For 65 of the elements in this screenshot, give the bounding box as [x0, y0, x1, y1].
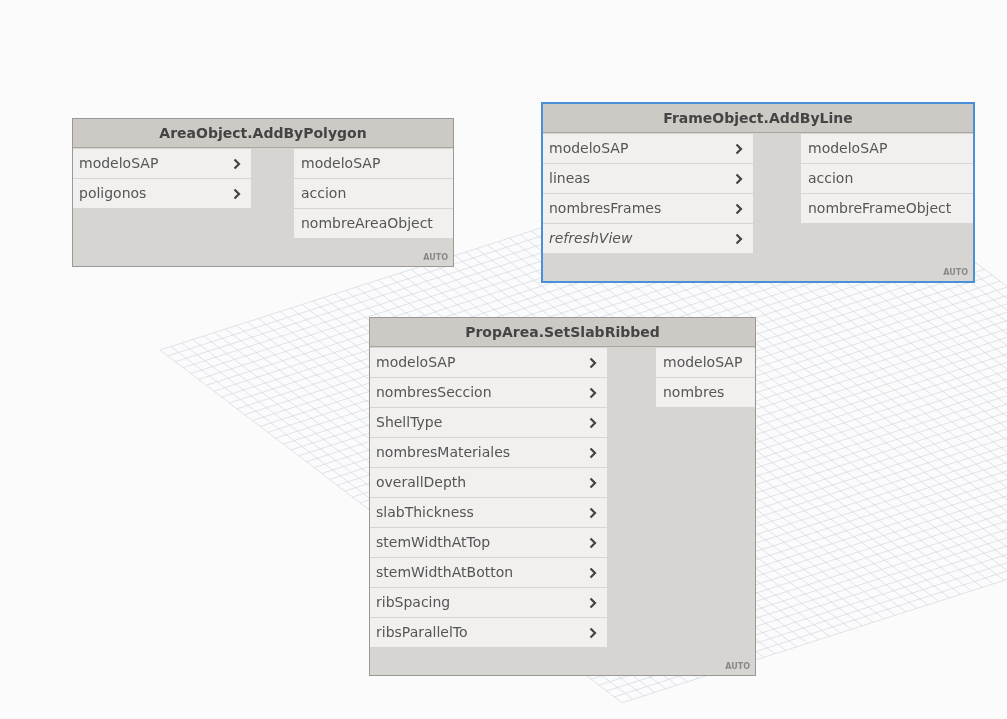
- port-label: nombresSeccion: [376, 383, 492, 402]
- chevron-icon: [589, 626, 597, 639]
- chevron-icon: [589, 416, 597, 429]
- port-label: poligonos: [79, 184, 147, 203]
- chevron-icon: [589, 476, 597, 489]
- input-port[interactable]: modeloSAP: [370, 348, 607, 377]
- input-port[interactable]: lineas: [543, 164, 753, 193]
- port-label: refreshView: [549, 229, 633, 248]
- input-port[interactable]: overallDepth: [370, 468, 607, 497]
- chevron-icon: [589, 446, 597, 459]
- output-port[interactable]: nombreAreaObject: [294, 209, 453, 238]
- port-label: ribSpacing: [376, 593, 451, 612]
- port-label: modeloSAP: [79, 154, 159, 173]
- input-port[interactable]: slabThickness: [370, 498, 607, 527]
- input-port[interactable]: nombresFrames: [543, 194, 753, 223]
- lacing-label: AUTO: [943, 267, 968, 279]
- chevron-icon: [589, 386, 597, 399]
- port-label: modeloSAP: [549, 139, 629, 158]
- input-port[interactable]: stemWidthAtBotton: [370, 558, 607, 587]
- input-port[interactable]: modeloSAP: [73, 149, 251, 178]
- input-port[interactable]: nombresSeccion: [370, 378, 607, 407]
- port-label: ShellType: [376, 413, 443, 432]
- node-card[interactable]: AreaObject.AddByPolygon modeloSAP poligonos modeloSAP accion nombreAreaObject AUTO: [72, 118, 454, 267]
- output-port[interactable]: modeloSAP: [294, 149, 453, 178]
- chevron-icon: [233, 157, 241, 170]
- port-label: slabThickness: [376, 503, 474, 522]
- chevron-icon: [233, 187, 241, 200]
- port-label: overallDepth: [376, 473, 467, 492]
- input-port[interactable]: modeloSAP: [543, 134, 753, 163]
- output-port[interactable]: modeloSAP: [656, 348, 755, 377]
- port-label: nombresFrames: [549, 199, 662, 218]
- lacing-label: AUTO: [423, 252, 448, 264]
- node-card[interactable]: PropArea.SetSlabRibbed modeloSAP nombresSeccion ShellType nombresMateriales overallDepth slabThickness stemWidthAtTop stemWidthAtBotton ribSpacing ribsParallelTo modeloSAP nombres AUTO: [369, 317, 756, 676]
- port-label: stemWidthAtTop: [376, 533, 491, 552]
- chevron-icon: [589, 596, 597, 609]
- node-title: FrameObject.AddByLine: [543, 104, 973, 133]
- output-port[interactable]: nombreFrameObject: [801, 194, 973, 223]
- output-port[interactable]: modeloSAP: [801, 134, 973, 163]
- port-label: ribsParallelTo: [376, 623, 468, 642]
- port-label: lineas: [549, 169, 591, 188]
- port-label: stemWidthAtBotton: [376, 563, 514, 582]
- input-port[interactable]: refreshView: [543, 224, 753, 253]
- port-label: modeloSAP: [376, 353, 456, 372]
- output-port[interactable]: accion: [801, 164, 973, 193]
- chevron-icon: [735, 202, 743, 215]
- chevron-icon: [589, 536, 597, 549]
- input-port[interactable]: ribsParallelTo: [370, 618, 607, 647]
- port-label: nombresMateriales: [376, 443, 511, 462]
- node-title: PropArea.SetSlabRibbed: [370, 318, 755, 347]
- chevron-icon: [589, 356, 597, 369]
- input-port[interactable]: poligonos: [73, 179, 251, 208]
- chevron-icon: [589, 566, 597, 579]
- output-port[interactable]: nombres: [656, 378, 755, 407]
- chevron-icon: [735, 232, 743, 245]
- chevron-icon: [735, 142, 743, 155]
- input-port[interactable]: stemWidthAtTop: [370, 528, 607, 557]
- input-port[interactable]: ShellType: [370, 408, 607, 437]
- node-title: AreaObject.AddByPolygon: [73, 119, 453, 148]
- chevron-icon: [735, 172, 743, 185]
- input-port[interactable]: nombresMateriales: [370, 438, 607, 467]
- lacing-label: AUTO: [725, 661, 750, 673]
- chevron-icon: [589, 506, 597, 519]
- output-port[interactable]: accion: [294, 179, 453, 208]
- node-card[interactable]: FrameObject.AddByLine modeloSAP lineas nombresFrames refreshView modeloSAP accion nombreFrameObject AUTO: [541, 102, 975, 283]
- input-port[interactable]: ribSpacing: [370, 588, 607, 617]
